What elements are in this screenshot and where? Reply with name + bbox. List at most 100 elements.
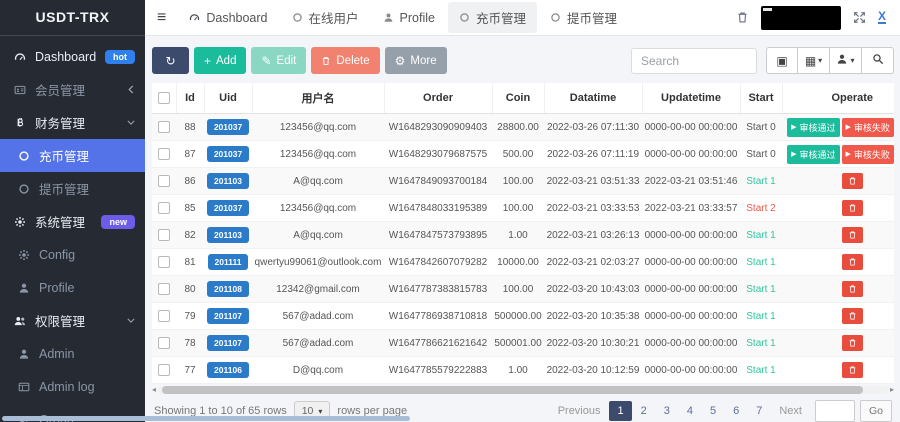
scroll-left-arrow[interactable]: ◂ — [152, 385, 156, 395]
sidebar-item-5[interactable]: 系统管理new — [0, 205, 145, 238]
uid-badge[interactable]: 201111 — [208, 254, 249, 270]
uid-badge[interactable]: 201037 — [207, 200, 249, 216]
nav-tab-3[interactable]: 充币管理 — [448, 2, 537, 33]
edit-button[interactable]: ✎Edit — [251, 47, 306, 74]
approve-button[interactable]: ▶审核通过 — [787, 145, 839, 164]
pagination-page-1[interactable]: 1 — [609, 401, 631, 421]
column-header[interactable]: Uid — [204, 83, 252, 114]
uid-badge[interactable]: 201107 — [207, 308, 249, 324]
approve-button[interactable]: ▶审核通过 — [787, 118, 839, 137]
column-header[interactable]: Coin — [492, 83, 544, 114]
uid-badge[interactable]: 201037 — [207, 146, 249, 162]
tachometer-icon — [189, 12, 200, 23]
uid-badge[interactable]: 201106 — [207, 362, 249, 378]
sidebar-item-9[interactable]: Admin — [0, 337, 145, 370]
row-checkbox[interactable] — [158, 148, 170, 160]
search-input[interactable] — [631, 48, 757, 74]
pagination-go-button[interactable]: Go — [860, 400, 892, 422]
pagination-page-7[interactable]: 7 — [748, 401, 770, 421]
sidebar-item-0[interactable]: Dashboardhot — [0, 40, 145, 73]
row-checkbox[interactable] — [158, 337, 170, 349]
fullscreen-search-button[interactable] — [862, 47, 894, 74]
hot-badge: hot — [105, 50, 135, 64]
select-all-header — [152, 83, 176, 114]
username-cell: A@qq.com — [252, 168, 384, 195]
pagination-next[interactable]: Next — [771, 401, 810, 421]
more-button[interactable]: ⚙More — [385, 47, 447, 74]
column-header[interactable]: Order — [384, 83, 492, 114]
pagination-previous[interactable]: Previous — [550, 401, 609, 421]
row-checkbox[interactable] — [158, 202, 170, 214]
row-checkbox[interactable] — [158, 121, 170, 133]
pagination-page-2[interactable]: 2 — [633, 401, 655, 421]
delete-row-button[interactable] — [842, 281, 863, 297]
delete-row-button[interactable] — [842, 227, 863, 243]
pagination-page-5[interactable]: 5 — [702, 401, 724, 421]
reject-button[interactable]: ▶审核失败 — [842, 145, 894, 164]
reject-button[interactable]: ▶审核失败 — [842, 118, 894, 137]
delete-row-button[interactable] — [842, 200, 863, 216]
column-header[interactable]: Operate — [782, 83, 894, 114]
delete-row-button[interactable] — [842, 173, 863, 189]
sidebar-item-8[interactable]: 权限管理 — [0, 304, 145, 337]
nav-tab-2[interactable]: Profile — [372, 5, 446, 31]
sidebar-item-7[interactable]: Profile — [0, 271, 145, 304]
row-checkbox[interactable] — [158, 310, 170, 322]
row-checkbox[interactable] — [158, 283, 170, 295]
browser-hscroll-thumb[interactable] — [2, 416, 410, 421]
uid-badge[interactable]: 201107 — [207, 335, 249, 351]
hamburger-icon[interactable]: ≡ — [157, 9, 166, 27]
select-all-checkbox[interactable] — [158, 92, 170, 104]
delete-row-button[interactable] — [842, 335, 863, 351]
refresh-button[interactable]: ↻ — [152, 47, 189, 74]
sidebar-item-2[interactable]: 财务管理 — [0, 106, 145, 139]
sidebar-item-3[interactable]: 充币管理 — [0, 139, 145, 172]
column-header[interactable]: Start — [740, 83, 782, 114]
add-button[interactable]: +Add — [194, 47, 246, 74]
delete-row-button[interactable] — [842, 254, 863, 270]
column-header[interactable]: Datatime — [544, 83, 642, 114]
checkbox-cell — [152, 141, 176, 168]
toggle-view-button[interactable]: ▣ — [766, 47, 798, 74]
pagination-jump-input[interactable] — [815, 400, 855, 422]
pagination-page-4[interactable]: 4 — [679, 401, 701, 421]
nav-tab-0[interactable]: Dashboard — [178, 5, 278, 31]
row-checkbox[interactable] — [158, 364, 170, 376]
uid-badge[interactable]: 201037 — [207, 119, 249, 135]
scroll-right-arrow[interactable]: ▸ — [890, 385, 894, 395]
scrollbar-track[interactable] — [158, 386, 888, 394]
delete-row-button[interactable] — [842, 308, 863, 324]
datatime-cell: 2022-03-26 07:11:19 — [544, 141, 642, 168]
order-cell: W1648293079687575 — [384, 141, 492, 168]
sidebar-item-4[interactable]: 提币管理 — [0, 172, 145, 205]
column-header[interactable]: 用户名 — [252, 83, 384, 114]
table-row: 88201037123456@qq.comW164829309090940328… — [152, 114, 894, 141]
row-checkbox[interactable] — [158, 229, 170, 241]
uid-badge[interactable]: 201103 — [207, 227, 249, 243]
delete-row-button[interactable] — [842, 362, 863, 378]
pagination-page-3[interactable]: 3 — [656, 401, 678, 421]
nav-tab-1[interactable]: 在线用户 — [281, 2, 370, 33]
row-checkbox[interactable] — [158, 175, 170, 187]
pagination-page-6[interactable]: 6 — [725, 401, 747, 421]
uid-badge[interactable]: 201108 — [207, 281, 249, 297]
sidebar-item-6[interactable]: Config — [0, 238, 145, 271]
sidebar-item-10[interactable]: Admin log — [0, 370, 145, 403]
sidebar-item-1[interactable]: 会员管理 — [0, 73, 145, 106]
column-header[interactable]: Id — [176, 83, 204, 114]
columns-button[interactable]: ▦▾ — [798, 47, 830, 74]
uid-badge[interactable]: 201103 — [207, 173, 249, 189]
brand-title[interactable]: USDT-TRX — [0, 0, 145, 36]
x-underline-icon[interactable]: X — [878, 11, 886, 24]
trash-icon — [848, 230, 857, 240]
delete-button[interactable]: Delete — [311, 47, 379, 74]
scrollbar-thumb[interactable] — [162, 386, 863, 394]
username-cell: 123456@qq.com — [252, 114, 384, 141]
trash-icon[interactable] — [736, 11, 749, 24]
fullscreen-expand-icon[interactable] — [853, 11, 866, 24]
circle-icon — [459, 12, 470, 23]
nav-tab-4[interactable]: 提币管理 — [539, 2, 628, 33]
column-header[interactable]: Updatetime — [642, 83, 740, 114]
export-button[interactable]: ▾ — [830, 47, 862, 74]
row-checkbox[interactable] — [158, 256, 170, 268]
